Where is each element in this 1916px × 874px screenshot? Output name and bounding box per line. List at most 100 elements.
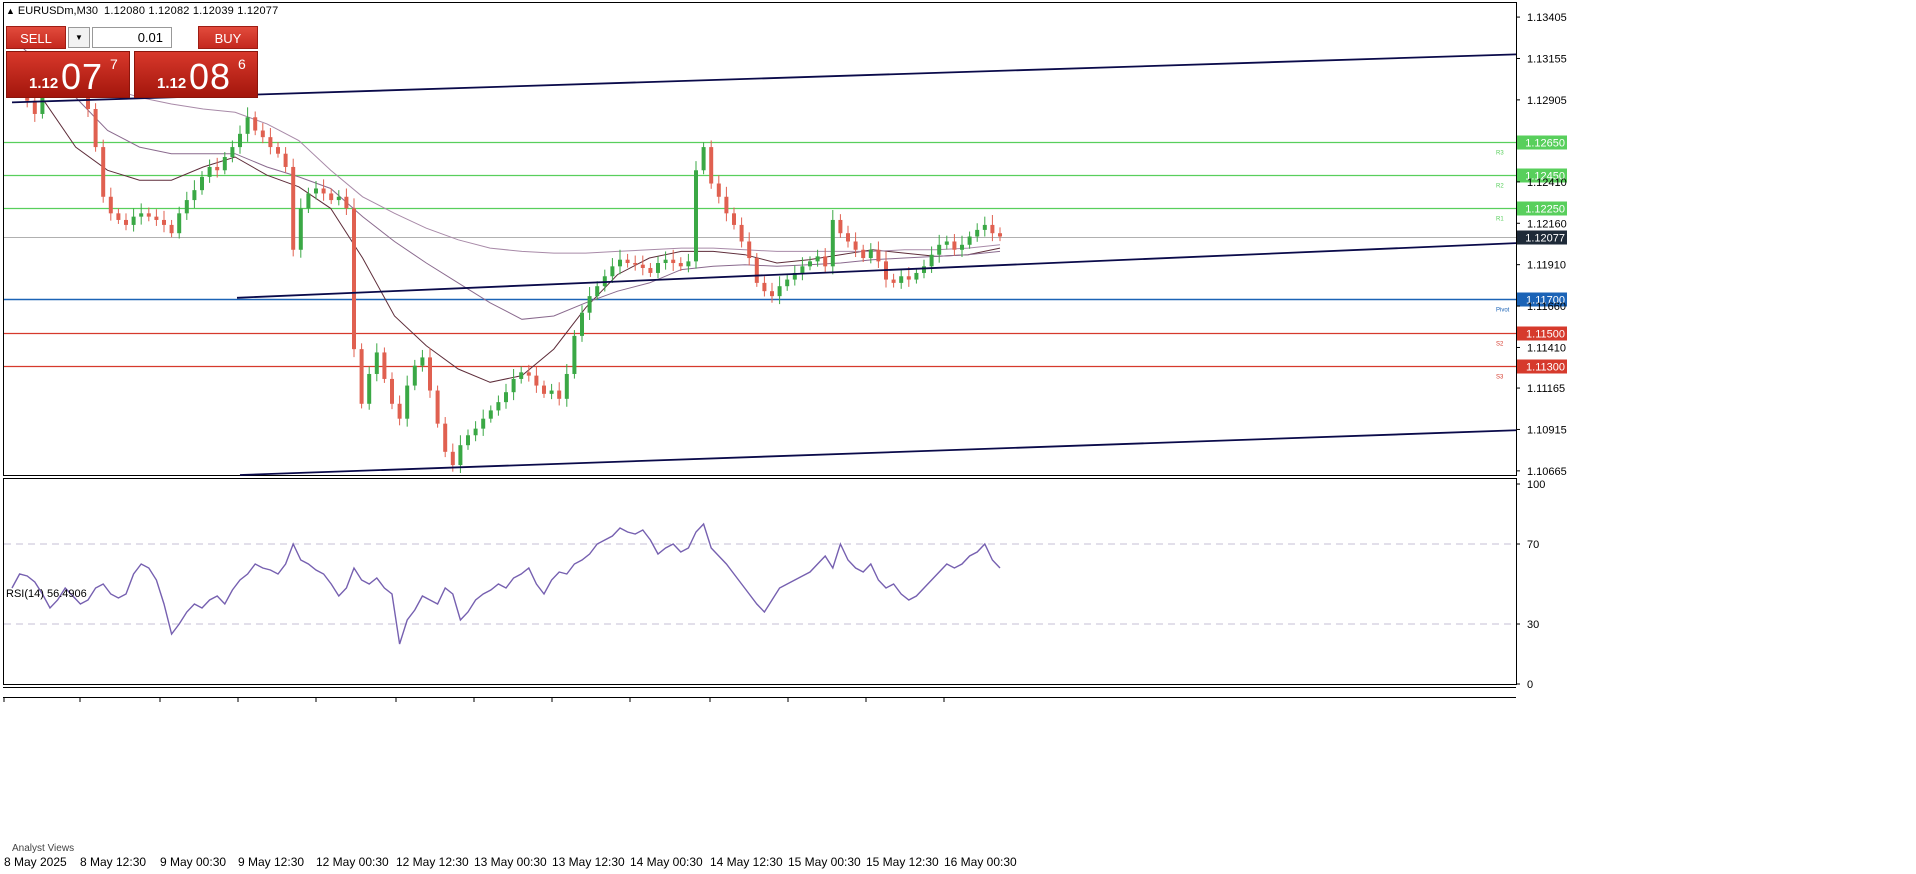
analyst-views-tab[interactable]: Analyst Views [12,843,74,854]
buy-button[interactable]: BUY [198,26,258,49]
candle-bullish [466,435,470,446]
time-tick-label: 12 May 12:30 [396,855,469,869]
sell-button[interactable]: SELL [6,26,66,49]
candle-bearish [770,291,774,297]
candle-bullish [656,263,660,273]
candle-bullish [808,261,812,267]
candle-bullish [580,312,584,336]
candle-bearish [382,352,387,379]
candle-bearish [329,193,334,201]
candle-bearish [853,241,858,250]
candle-bearish [678,263,683,267]
candle-bearish [640,264,645,268]
candle-bullish [192,190,197,201]
candle-bullish [488,410,493,419]
sell-price-box[interactable]: 1.12 07 7 [6,51,130,98]
price-tick-label: 1.12160 [1527,218,1567,230]
sell-price-big: 07 [61,56,104,97]
candle-bullish [306,193,311,209]
buy-price-point: 6 [238,56,246,72]
level-name-r1: R1 [1496,217,1504,223]
candle-bullish [131,216,136,225]
candle-bullish [458,445,463,466]
candle-bearish [32,100,37,114]
lot-size-input[interactable]: 0.01 [92,27,172,48]
candle-bullish [207,166,212,177]
sell-price-prefix: 1.12 [29,75,59,92]
time-tick-label: 13 May 00:30 [474,855,547,869]
level-price-label-r3: 1.12650 [1525,138,1565,150]
collapse-triangle-icon[interactable]: ▲ [6,6,15,16]
candle-bullish [473,428,478,436]
candle-bearish [846,233,850,242]
candle-bearish [283,153,288,167]
price-tick-label: 1.13155 [1527,53,1567,65]
candle-bearish [709,147,714,184]
level-name-s2: S2 [1496,342,1504,348]
candle-bearish [390,378,394,404]
candle-bullish [960,244,964,250]
candle-bullish [230,147,235,158]
candle-bullish [694,170,698,262]
current-price-label: 1.12077 [1525,233,1565,245]
candle-bullish [549,390,554,394]
candle-bullish [922,266,926,273]
candle-bearish [359,349,364,404]
candle-bearish [116,213,121,220]
candle-bearish [671,259,676,264]
price-tick-label: 1.10665 [1527,466,1567,478]
candle-bearish [260,130,265,138]
level-name-r2: R2 [1496,184,1504,190]
candle-bearish [154,216,159,220]
candle-bullish [937,244,942,255]
candle-bearish [352,208,356,350]
candle-bullish [701,147,706,171]
candle-bearish [754,258,759,283]
candle-bearish [253,117,258,131]
candle-bullish [504,392,508,403]
time-tick-label: 16 May 00:30 [944,855,1017,869]
candle-bearish [557,390,562,399]
price-tick-label: 1.12905 [1527,95,1567,107]
candle-bullish [177,213,182,234]
price-tick-label: 1.10915 [1527,424,1567,436]
candle-bearish [724,196,729,214]
time-tick-label: 9 May 00:30 [160,855,226,869]
candle-bearish [124,219,128,225]
candle-bullish [314,188,318,194]
price-tick-label: 1.13405 [1527,12,1567,24]
candle-bullish [975,229,980,237]
candle-bullish [367,373,372,404]
candle-bearish [838,219,843,234]
candle-bearish [397,403,402,419]
candle-bullish [944,241,949,245]
candle-bullish [238,133,242,148]
rsi-tick-label: 0 [1527,679,1533,691]
rsi-line [11,522,1001,645]
candle-bearish [762,282,767,292]
buy-price-box[interactable]: 1.12 08 6 [134,51,258,98]
candle-bearish [732,213,736,225]
candle-bearish [906,276,911,280]
candle-bullish [184,200,189,214]
symbol-name: EURUSDm,M30 [17,5,98,17]
candle-bullish [564,373,569,399]
price-chart[interactable]: 1.12650R31.12450R21.12250R11.11700Pivot1… [0,0,1916,874]
candle-bearish [428,357,432,391]
buy-price-big: 08 [189,56,232,97]
candle-bullish [815,256,820,262]
candle-bearish [435,390,440,424]
candle-bearish [321,188,326,194]
sell-price-point: 7 [110,56,118,72]
time-tick-label: 15 May 00:30 [788,855,861,869]
candle-bearish [998,233,1002,237]
time-tick-label: 14 May 12:30 [710,855,783,869]
buy-price-prefix: 1.12 [157,75,187,92]
level-name-s3: S3 [1496,375,1504,381]
level-price-label-s2: 1.11500 [1526,329,1565,341]
candle-bearish [716,183,721,197]
candle-bearish [450,451,455,466]
lot-dropdown-icon[interactable]: ▼ [68,27,90,48]
candle-bullish [496,402,501,411]
level-name-pivot: Pivot [1496,308,1510,314]
